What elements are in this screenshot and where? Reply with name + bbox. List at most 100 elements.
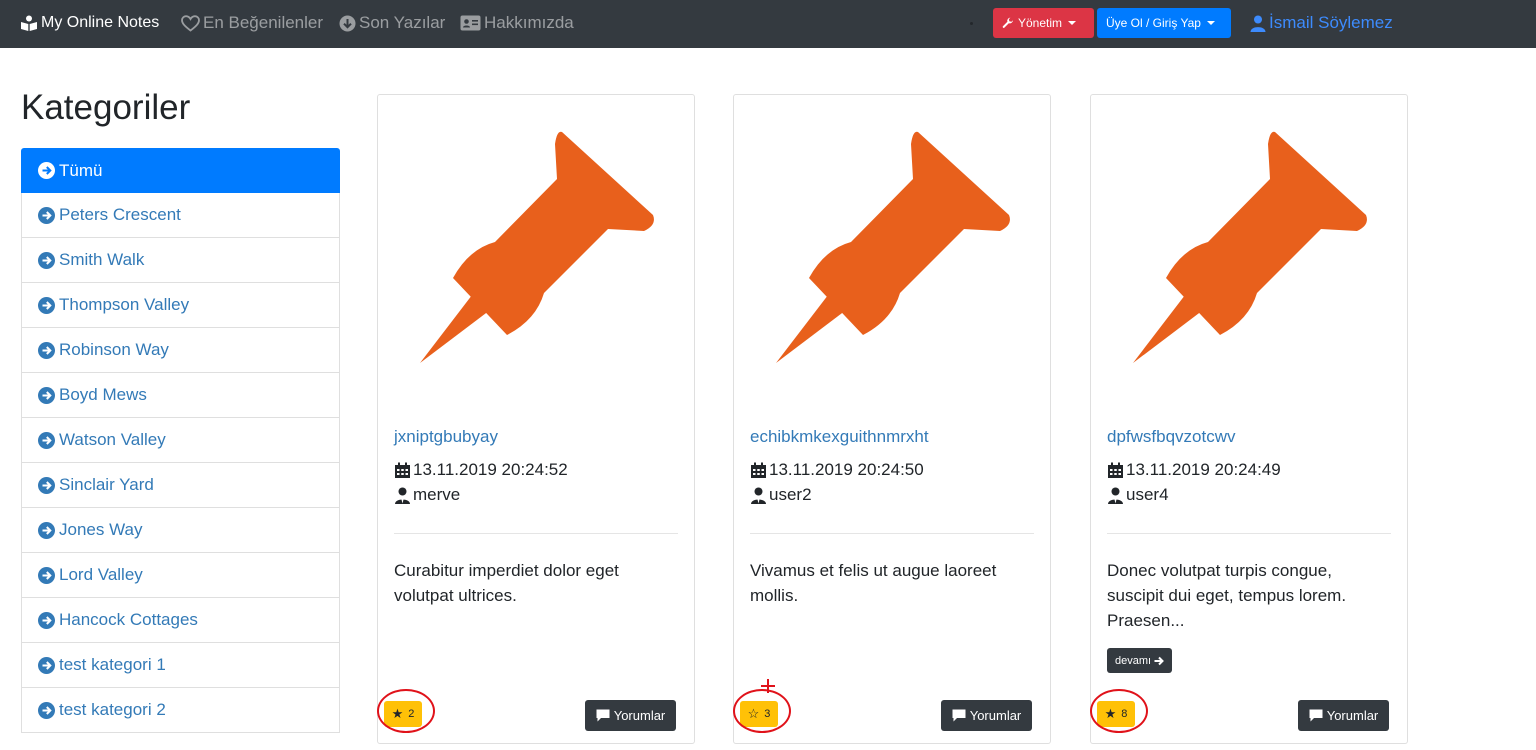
- calendar-icon: [395, 462, 410, 478]
- nav-about[interactable]: Hakkımızda: [460, 11, 574, 35]
- like-count: 2: [408, 708, 415, 720]
- category-item[interactable]: Lord Valley: [21, 553, 340, 598]
- note-date: 13.11.2019 20:24:49: [1107, 459, 1281, 481]
- login-dropdown-button[interactable]: Üye Ol / Giriş Yap: [1097, 8, 1231, 38]
- star-outline-icon: ☆: [747, 706, 760, 721]
- category-item[interactable]: Robinson Way: [21, 328, 340, 373]
- book-reader-icon: [21, 15, 37, 31]
- admin-dropdown-label: Yönetim: [1018, 16, 1063, 30]
- star-filled-icon: ★: [391, 706, 404, 721]
- category-label: Boyd Mews: [59, 385, 147, 404]
- category-item[interactable]: test kategori 1: [21, 643, 340, 688]
- read-more-button[interactable]: devamı: [1107, 648, 1173, 673]
- category-item-all[interactable]: Tümü: [21, 148, 340, 193]
- comments-button[interactable]: Yorumlar: [941, 700, 1032, 731]
- arrow-circle-right-icon: [38, 162, 55, 179]
- heart-icon: [181, 14, 200, 32]
- category-label: Smith Walk: [59, 250, 145, 269]
- pushpin-icon: [1133, 131, 1367, 363]
- note-date-text: 13.11.2019 20:24:50: [769, 460, 924, 479]
- nav-most-liked[interactable]: En Beğenilenler: [181, 11, 323, 35]
- like-count: 8: [1121, 708, 1128, 720]
- category-label: Thompson Valley: [59, 295, 190, 314]
- brand-label: My Online Notes: [41, 14, 160, 31]
- category-label: Peters Crescent: [59, 205, 181, 224]
- nav-about-label: Hakkımızda: [484, 13, 574, 32]
- category-item[interactable]: Boyd Mews: [21, 373, 340, 418]
- category-item[interactable]: Watson Valley: [21, 418, 340, 463]
- arrow-circle-right-icon: [38, 296, 55, 314]
- category-item[interactable]: Peters Crescent: [21, 193, 340, 238]
- note-excerpt: Curabitur imperdiet dolor eget volutpat …: [394, 561, 619, 605]
- category-label: test kategori 2: [59, 700, 166, 719]
- like-button[interactable]: ★ 2: [384, 701, 422, 727]
- like-button[interactable]: ☆ 3: [740, 701, 778, 727]
- category-label: Jones Way: [59, 520, 143, 539]
- comments-label: Yorumlar: [613, 708, 666, 723]
- user-tie-icon: [1108, 487, 1123, 504]
- star-filled-icon: ★: [1104, 706, 1117, 721]
- top-navbar: My Online Notes En Beğenilenler Son Yazı…: [0, 0, 1536, 48]
- note-author-text: merve: [413, 485, 461, 504]
- card-divider: [394, 533, 678, 534]
- card-divider: [750, 533, 1034, 534]
- comments-button[interactable]: Yorumlar: [585, 700, 676, 731]
- note-card: dpfwsfbqvzotcwv 13.11.2019 20:24:49 user…: [1090, 94, 1408, 744]
- note-date-text: 13.11.2019 20:24:49: [1126, 460, 1281, 479]
- pushpin-icon: [420, 131, 654, 363]
- note-card: echibkmkexguithnmrxht 13.11.2019 20:24:5…: [733, 94, 1051, 744]
- id-card-icon: [460, 15, 481, 31]
- comment-icon: [952, 709, 966, 722]
- nav-most-liked-label: En Beğenilenler: [203, 13, 324, 32]
- arrow-circle-right-icon: [38, 386, 55, 404]
- arrow-circle-right-icon: [38, 701, 55, 719]
- category-item[interactable]: Hancock Cottages: [21, 598, 340, 643]
- user-tie-icon: [751, 487, 766, 504]
- like-count: 3: [764, 708, 771, 720]
- arrow-circle-right-icon: [38, 656, 55, 674]
- category-item[interactable]: Thompson Valley: [21, 283, 340, 328]
- note-title-link[interactable]: jxniptgbubyay: [394, 427, 498, 447]
- user-profile-link[interactable]: İsmail Söylemez: [1250, 11, 1393, 35]
- arrow-circle-right-icon: [38, 611, 55, 629]
- comments-label: Yorumlar: [969, 708, 1022, 723]
- category-list: Tümü Peters Crescent Smith Walk Thompson…: [21, 148, 340, 733]
- chevron-down-icon: [1206, 21, 1215, 25]
- brand-link[interactable]: My Online Notes: [20, 12, 159, 34]
- arrow-circle-down-icon: [339, 15, 356, 31]
- note-title-link[interactable]: dpfwsfbqvzotcwv: [1107, 427, 1236, 447]
- category-item[interactable]: test kategori 2: [21, 688, 340, 733]
- note-title-link[interactable]: echibkmkexguithnmrxht: [750, 427, 929, 447]
- arrow-right-icon: [1154, 656, 1164, 665]
- note-card: jxniptgbubyay 13.11.2019 20:24:52 merve …: [377, 94, 695, 744]
- sidebar-title: Kategoriler: [21, 88, 191, 127]
- note-author: merve: [394, 484, 460, 506]
- pushpin-icon: [776, 131, 1010, 363]
- comments-button[interactable]: Yorumlar: [1298, 700, 1389, 731]
- annotation-mark: [761, 685, 775, 695]
- category-item[interactable]: Jones Way: [21, 508, 340, 553]
- note-author-text: user4: [1126, 485, 1169, 504]
- category-label: Tümü: [59, 160, 103, 180]
- wrench-icon: [1002, 17, 1013, 28]
- chevron-down-icon: [1068, 21, 1077, 25]
- note-excerpt: Donec volutpat turpis congue, suscipit d…: [1107, 561, 1347, 630]
- category-label: Sinclair Yard: [59, 475, 154, 494]
- category-item[interactable]: Smith Walk: [21, 238, 340, 283]
- user-icon: [1250, 15, 1266, 32]
- comments-label: Yorumlar: [1326, 708, 1379, 723]
- calendar-icon: [751, 462, 766, 478]
- note-author: user2: [750, 484, 812, 506]
- nav-latest[interactable]: Son Yazılar: [339, 11, 445, 35]
- arrow-circle-right-icon: [38, 566, 55, 584]
- note-date-text: 13.11.2019 20:24:52: [413, 460, 568, 479]
- note-excerpt: Vivamus et felis ut augue laoreet mollis…: [750, 561, 997, 605]
- note-date: 13.11.2019 20:24:52: [394, 459, 568, 481]
- card-divider: [1107, 533, 1391, 534]
- admin-dropdown-button[interactable]: Yönetim: [993, 8, 1094, 38]
- category-label: test kategori 1: [59, 655, 166, 674]
- category-item[interactable]: Sinclair Yard: [21, 463, 340, 508]
- arrow-circle-right-icon: [38, 206, 55, 224]
- like-button[interactable]: ★ 8: [1097, 701, 1135, 727]
- arrow-circle-right-icon: [38, 251, 55, 269]
